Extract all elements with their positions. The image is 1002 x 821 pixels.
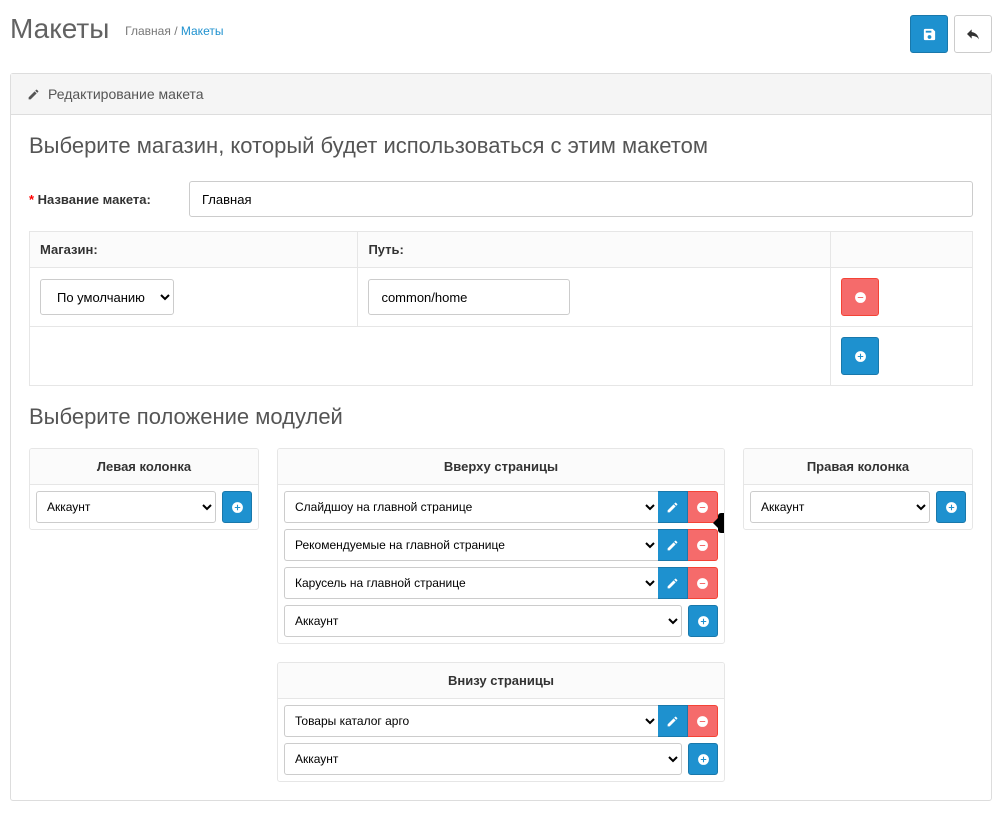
edit-module-button[interactable] — [658, 529, 688, 561]
top-add-module-select[interactable]: Аккаунт — [284, 605, 682, 637]
save-icon — [922, 27, 937, 42]
pencil-icon — [666, 715, 679, 728]
breadcrumb-current[interactable]: Макеты — [181, 24, 224, 38]
left-add-module-button[interactable] — [222, 491, 252, 523]
delete-tooltip: Удалить — [718, 513, 725, 533]
top-module-select[interactable]: Слайдшоу на главной странице — [284, 491, 658, 523]
right-add-module-select[interactable]: Аккаунт — [750, 491, 930, 523]
back-button[interactable] — [954, 15, 992, 53]
left-column-header: Левая колонка — [30, 449, 258, 485]
plus-circle-icon — [231, 501, 244, 514]
pencil-icon — [666, 577, 679, 590]
right-column-header: Правая колонка — [744, 449, 972, 485]
minus-circle-icon — [696, 501, 709, 514]
reply-icon — [965, 26, 981, 42]
panel-heading-text: Редактирование макета — [48, 86, 204, 102]
top-add-module-button[interactable] — [688, 605, 718, 637]
top-module-select[interactable]: Рекомендуемые на главной странице — [284, 529, 658, 561]
right-add-module-button[interactable] — [936, 491, 966, 523]
page-title: Макеты Главная / Макеты — [10, 15, 223, 43]
route-header: Путь: — [358, 232, 831, 268]
minus-circle-icon — [696, 715, 709, 728]
edit-module-button[interactable] — [658, 705, 688, 737]
top-module-select[interactable]: Карусель на главной странице — [284, 567, 658, 599]
choose-position-heading: Выберите положение модулей — [29, 404, 973, 430]
add-route-button[interactable] — [841, 337, 879, 375]
store-header: Магазин: — [30, 232, 358, 268]
pencil-icon — [27, 88, 40, 101]
plus-circle-icon — [945, 501, 958, 514]
bottom-module-select[interactable]: Товары каталог арго — [284, 705, 658, 737]
breadcrumb-sep: / — [174, 24, 177, 38]
bottom-add-module-select[interactable]: Аккаунт — [284, 743, 682, 775]
minus-circle-icon — [696, 539, 709, 552]
choose-store-heading: Выберите магазин, который будет использо… — [29, 133, 973, 159]
layout-name-label: Название макета: — [29, 192, 189, 207]
remove-route-button[interactable] — [841, 278, 879, 316]
remove-module-button[interactable] — [688, 529, 718, 561]
pencil-icon — [666, 539, 679, 552]
panel-heading: Редактирование макета — [11, 74, 991, 115]
remove-module-button[interactable] — [688, 567, 718, 599]
save-button[interactable] — [910, 15, 948, 53]
page-title-text: Макеты — [10, 13, 109, 44]
edit-module-button[interactable] — [658, 567, 688, 599]
top-position-header: Вверху страницы — [278, 449, 724, 485]
breadcrumb: Главная / Макеты — [125, 25, 223, 37]
minus-circle-icon — [696, 577, 709, 590]
remove-module-button[interactable] — [688, 705, 718, 737]
bottom-position-header: Внизу страницы — [278, 663, 724, 699]
pencil-icon — [666, 501, 679, 514]
left-add-module-select[interactable]: Аккаунт — [36, 491, 216, 523]
bottom-add-module-button[interactable] — [688, 743, 718, 775]
minus-circle-icon — [854, 291, 867, 304]
route-input[interactable] — [368, 279, 570, 315]
plus-circle-icon — [854, 350, 867, 363]
plus-circle-icon — [697, 615, 710, 628]
breadcrumb-home[interactable]: Главная — [125, 24, 171, 38]
edit-module-button[interactable] — [658, 491, 688, 523]
store-select[interactable]: По умолчанию — [40, 279, 174, 315]
layout-name-input[interactable] — [189, 181, 973, 217]
plus-circle-icon — [697, 753, 710, 766]
